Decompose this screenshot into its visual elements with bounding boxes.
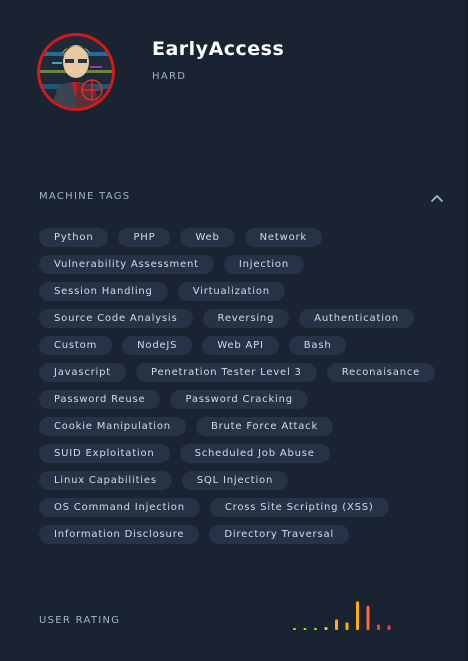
difficulty-label: HARD xyxy=(152,71,187,82)
machine-tag[interactable]: Directory Traversal xyxy=(209,525,349,544)
tag-row: Cookie Manipulation Brute Force Attack xyxy=(39,417,449,436)
user-rating-label: USER RATING xyxy=(39,615,121,626)
machine-tag[interactable]: Password Reuse xyxy=(39,390,161,409)
tag-row: Custom NodeJS Web API Bash xyxy=(39,336,449,355)
machine-tag[interactable]: Web API xyxy=(202,336,279,355)
machine-tag[interactable]: Reversing xyxy=(202,309,290,328)
rating-bar-7 xyxy=(356,601,359,630)
machine-tag[interactable]: Injection xyxy=(223,255,304,274)
rating-bar-5 xyxy=(335,619,338,630)
machine-name: EarlyAccess xyxy=(152,38,285,60)
machine-tag[interactable]: PHP xyxy=(118,228,171,247)
rating-bar-8 xyxy=(366,606,370,630)
tag-row: SUID Exploitation Scheduled Job Abuse xyxy=(39,444,449,463)
machine-tag[interactable]: Linux Capabilities xyxy=(39,471,172,490)
machine-tag[interactable]: Vulnerability Assessment xyxy=(39,255,214,274)
rating-bar-4 xyxy=(324,627,328,630)
machine-tag[interactable]: Authentication xyxy=(299,309,414,328)
tag-row: OS Command Injection Cross Site Scripting… xyxy=(39,498,449,517)
machine-tag[interactable]: Javascript xyxy=(39,363,126,382)
machine-tags-list: Python PHP Web Network Vulnerability Assessm… xyxy=(39,228,449,552)
machine-tag[interactable]: Scheduled Job Abuse xyxy=(179,444,330,463)
machine-tag[interactable]: Reconaisance xyxy=(326,363,436,382)
machine-tag[interactable]: Source Code Analysis xyxy=(39,309,193,328)
machine-tag[interactable]: Session Handling xyxy=(39,282,168,301)
machine-tags-title: MACHINE TAGS xyxy=(39,191,131,202)
rating-bar-3 xyxy=(314,628,317,630)
chevron-up-icon[interactable] xyxy=(429,190,445,204)
machine-tag[interactable]: Web xyxy=(180,228,235,247)
machine-avatar xyxy=(36,32,116,112)
tag-row: Javascript Penetration Tester Level 3 Reco… xyxy=(39,363,449,382)
rating-bar-2 xyxy=(303,628,307,630)
machine-tag[interactable]: NodeJS xyxy=(122,336,193,355)
machine-tag[interactable]: Network xyxy=(244,228,323,247)
tag-row: Session Handling Virtualization xyxy=(39,282,449,301)
machine-tag[interactable]: Cross Site Scripting (XSS) xyxy=(209,498,389,517)
rating-bar-1 xyxy=(293,628,296,630)
tag-row: Password Reuse Password Cracking xyxy=(39,390,449,409)
rating-bar-10 xyxy=(387,625,391,630)
machine-tag[interactable]: OS Command Injection xyxy=(39,498,200,517)
tag-row: Python PHP Web Network xyxy=(39,228,449,247)
machine-tag[interactable]: Password Cracking xyxy=(170,390,308,409)
machine-tag[interactable]: SQL Injection xyxy=(181,471,289,490)
machine-tag[interactable]: Cookie Manipulation xyxy=(39,417,186,436)
machine-tag[interactable]: Bash xyxy=(288,336,347,355)
machine-tag[interactable]: Virtualization xyxy=(177,282,285,301)
tag-row: Vulnerability Assessment Injection xyxy=(39,255,449,274)
machine-tag[interactable]: Information Disclosure xyxy=(39,525,200,544)
machine-tag[interactable]: Custom xyxy=(39,336,113,355)
user-rating-chart xyxy=(290,598,400,638)
rating-bar-9 xyxy=(377,624,380,630)
machine-tag[interactable]: Brute Force Attack xyxy=(195,417,334,436)
machine-tag[interactable]: Penetration Tester Level 3 xyxy=(136,363,317,382)
tag-row: Information Disclosure Directory Traversa… xyxy=(39,525,449,544)
machine-tag[interactable]: Python xyxy=(39,228,109,247)
tag-row: Linux Capabilities SQL Injection xyxy=(39,471,449,490)
machine-tag[interactable]: SUID Exploitation xyxy=(39,444,170,463)
tag-row: Source Code Analysis Reversing Authenticat… xyxy=(39,309,449,328)
rating-bar-6 xyxy=(345,622,349,630)
